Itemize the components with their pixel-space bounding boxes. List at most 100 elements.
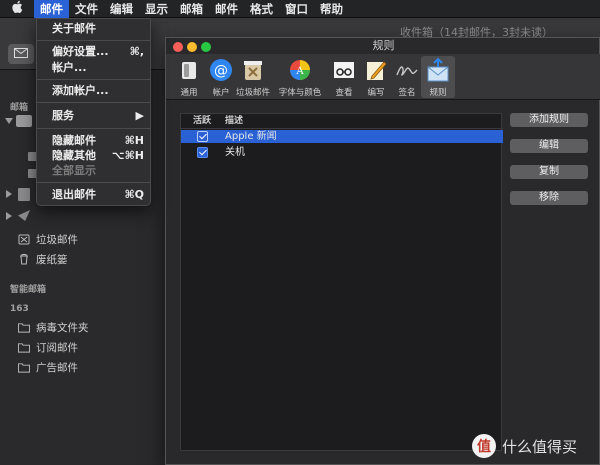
disclosure-icon[interactable] — [5, 118, 13, 124]
menu-item-label: 隐藏邮件 — [52, 134, 96, 147]
sidebar-item-label: 垃圾邮件 — [36, 233, 78, 246]
menu-shortcut: ⌥⌘H — [111, 149, 144, 162]
header-divider — [181, 128, 503, 129]
menu-item-services[interactable]: 服务 ▶ — [37, 108, 150, 124]
menu-item-show-all: 全部显示 — [37, 163, 150, 179]
menu-item-about[interactable]: 关于邮件 — [37, 21, 150, 37]
menu-bar: 邮件 文件 编辑 显示 邮箱 邮件 格式 窗口 帮助 — [0, 0, 600, 18]
signature-icon — [395, 58, 419, 82]
menu-separator — [37, 128, 150, 129]
column-header-description[interactable]: 描述 — [225, 114, 243, 128]
menu-format[interactable]: 格式 — [244, 0, 279, 18]
tab-junk[interactable]: 垃圾邮件 — [236, 56, 270, 98]
remove-rule-button[interactable]: 移除 — [510, 191, 588, 205]
document-icon — [18, 188, 30, 201]
menu-item-preferences[interactable]: 偏好设置... ⌘, — [37, 44, 150, 60]
junk-bin-icon — [241, 58, 265, 82]
switch-icon — [177, 58, 201, 82]
disclosure-icon[interactable] — [6, 212, 12, 220]
menu-file[interactable]: 文件 — [69, 0, 104, 18]
rules-table: 活跃 描述 Apple 新闻 关机 — [180, 113, 503, 451]
glasses-icon — [332, 58, 356, 82]
sidebar-item-label: 订阅邮件 — [36, 341, 78, 354]
rule-active-checkbox[interactable] — [197, 131, 208, 142]
menu-help[interactable]: 帮助 — [314, 0, 349, 18]
pencil-paper-icon — [364, 58, 388, 82]
menu-mail[interactable]: 邮件 — [34, 0, 69, 18]
tab-label: 字体与颜色 — [278, 88, 322, 98]
folder-icon — [18, 341, 30, 353]
sidebar-item-label: 广告邮件 — [36, 361, 78, 374]
watermark: 值 什么值得买 — [472, 432, 577, 460]
menu-view[interactable]: 显示 — [139, 0, 174, 18]
submenu-arrow-icon: ▶ — [135, 109, 144, 122]
add-rule-button[interactable]: 添加规则 — [510, 113, 588, 127]
sidebar-section-smart: 智能邮箱 — [10, 285, 47, 295]
menu-separator — [37, 79, 150, 80]
sidebar-section-account: 163 — [10, 304, 29, 314]
get-mail-button[interactable] — [8, 44, 34, 64]
menu-item-quit[interactable]: 退出邮件 ⌘Q — [37, 187, 150, 203]
menu-item-label: 偏好设置... — [52, 45, 109, 58]
sidebar-item-folder[interactable]: 广告邮件 — [18, 358, 78, 376]
watermark-text: 什么值得买 — [502, 437, 578, 456]
rules-window-title: 规则 — [372, 39, 395, 52]
sidebar-item-trash[interactable]: 废纸篓 — [18, 250, 68, 268]
at-sign-icon: @ — [209, 58, 233, 82]
rule-description: 关机 — [225, 147, 245, 158]
menu-item-label: 退出邮件 — [52, 188, 96, 201]
edit-rule-button[interactable]: 编辑 — [510, 139, 588, 153]
color-wheel-icon: A — [288, 58, 312, 82]
svg-text:@: @ — [214, 63, 228, 79]
menu-message[interactable]: 邮件 — [209, 0, 244, 18]
folder-icon — [18, 361, 30, 373]
menu-item-label: 关于邮件 — [52, 22, 96, 35]
menu-shortcut: ⌘Q — [124, 188, 144, 201]
menu-separator — [37, 40, 150, 41]
menu-separator — [37, 102, 150, 103]
menu-item-label: 服务 — [52, 109, 74, 122]
sidebar-item-label: 病毒文件夹 — [36, 321, 89, 334]
duplicate-rule-button[interactable]: 复制 — [510, 165, 588, 179]
apple-icon — [11, 0, 23, 17]
menu-item-label: 全部显示 — [52, 164, 96, 177]
watermark-logo: 值 — [472, 434, 496, 458]
menu-window[interactable]: 窗口 — [279, 0, 314, 18]
envelope-icon — [14, 47, 28, 61]
menu-item-label: 隐藏其他 — [52, 149, 96, 162]
tab-fonts-colors[interactable]: A 字体与颜色 — [279, 56, 321, 98]
menu-item-hide-others[interactable]: 隐藏其他 ⌥⌘H — [37, 148, 150, 164]
sidebar-item-folder[interactable]: 订阅邮件 — [18, 338, 78, 356]
rule-active-checkbox[interactable] — [197, 147, 208, 158]
table-row[interactable]: Apple 新闻 — [181, 130, 503, 143]
menu-shortcut: ⌘, — [129, 45, 144, 58]
menu-item-label: 添加帐户... — [52, 84, 109, 97]
inbox-icon — [16, 115, 32, 127]
preferences-toolbar: 通用 @ 帐户 垃圾邮件 A 字体与颜色 查看 编写 签名 规则 — [166, 54, 600, 100]
apple-menu[interactable] — [0, 0, 34, 18]
menu-edit[interactable]: 编辑 — [104, 0, 139, 18]
sidebar-item-label: 废纸篓 — [36, 253, 68, 266]
junk-icon — [18, 233, 30, 245]
menu-item-hide-mail[interactable]: 隐藏邮件 ⌘H — [37, 133, 150, 149]
menu-separator — [37, 182, 150, 183]
menu-mailbox[interactable]: 邮箱 — [174, 0, 209, 18]
menu-item-add-account[interactable]: 添加帐户... — [37, 83, 150, 99]
tab-rules[interactable]: 规则 — [421, 56, 455, 98]
menu-shortcut: ⌘H — [124, 134, 144, 147]
rules-window: 规则 通用 @ 帐户 垃圾邮件 A 字体与颜色 查看 编写 签名 规则 活跃 描… — [165, 37, 600, 465]
sidebar-item-junk[interactable]: 垃圾邮件 — [18, 230, 78, 248]
sidebar-item-folder[interactable]: 病毒文件夹 — [18, 318, 89, 336]
column-header-active[interactable]: 活跃 — [193, 114, 211, 128]
menu-item-label: 帐户... — [52, 61, 87, 74]
send-icon — [18, 210, 30, 221]
disclosure-icon[interactable] — [6, 190, 12, 198]
sidebar-section-mailboxes: 邮箱 — [10, 103, 29, 113]
svg-text:A: A — [295, 66, 304, 77]
rules-envelope-icon — [426, 57, 450, 82]
tab-label: 垃圾邮件 — [235, 88, 270, 98]
mail-app-menu: 关于邮件 偏好设置... ⌘, 帐户... 添加帐户... 服务 ▶ 隐藏邮件 ⌘H … — [36, 18, 151, 206]
table-row[interactable]: 关机 — [181, 146, 503, 159]
menu-item-accounts[interactable]: 帐户... — [37, 60, 150, 76]
folder-icon — [18, 321, 30, 333]
